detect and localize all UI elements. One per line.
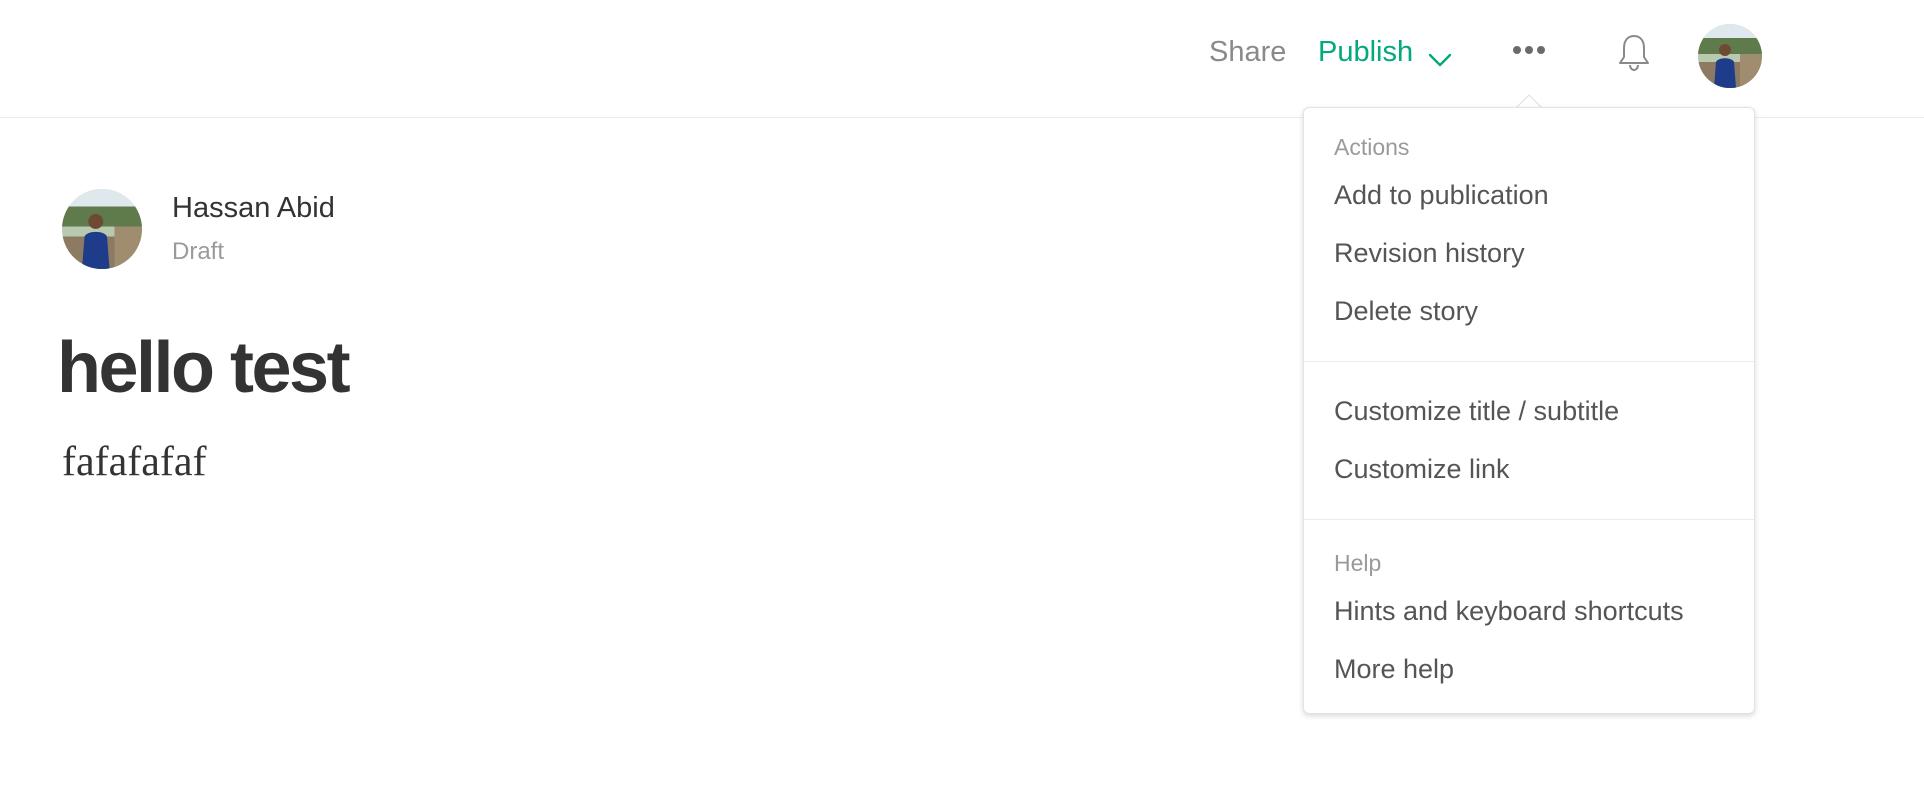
more-options-menu: Actions Add to publication Revision hist… <box>1303 107 1755 714</box>
notifications-bell-icon[interactable] <box>1617 32 1651 72</box>
story-body[interactable]: fafafafaf <box>62 438 207 486</box>
menu-item-customize-title[interactable]: Customize title / subtitle <box>1334 396 1619 427</box>
draft-status: Draft <box>172 238 225 265</box>
dropdown-arrow <box>1516 94 1542 108</box>
menu-item-delete-story[interactable]: Delete story <box>1334 296 1478 327</box>
more-options-icon[interactable] <box>1512 38 1546 62</box>
avatar-photo <box>1698 24 1762 88</box>
author-avatar[interactable] <box>62 189 142 269</box>
chevron-down-icon <box>1427 44 1453 66</box>
publish-button[interactable]: Publish <box>1318 36 1453 69</box>
author-photo <box>62 189 142 269</box>
menu-item-revision-history[interactable]: Revision history <box>1334 238 1525 269</box>
share-button[interactable]: Share <box>1209 36 1286 69</box>
user-avatar[interactable] <box>1698 24 1762 88</box>
menu-item-add-to-publication[interactable]: Add to publication <box>1334 180 1549 211</box>
menu-header-help: Help <box>1334 550 1382 576</box>
menu-item-customize-link[interactable]: Customize link <box>1334 454 1510 485</box>
menu-item-more-help[interactable]: More help <box>1334 654 1454 685</box>
menu-item-hints-shortcuts[interactable]: Hints and keyboard shortcuts <box>1334 596 1684 627</box>
story-title[interactable]: hello test <box>57 327 351 409</box>
author-name[interactable]: Hassan Abid <box>172 192 335 225</box>
menu-divider <box>1304 361 1754 362</box>
publish-label: Publish <box>1318 36 1414 68</box>
menu-divider <box>1304 519 1754 520</box>
menu-header-actions: Actions <box>1334 134 1410 160</box>
top-bar: Share Publish <box>0 0 1924 118</box>
